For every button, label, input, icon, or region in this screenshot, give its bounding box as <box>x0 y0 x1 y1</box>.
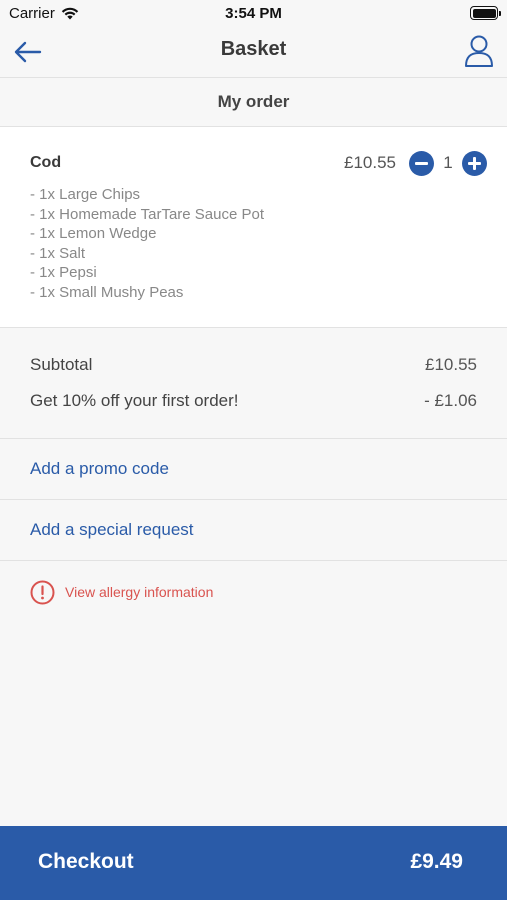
order-totals: Subtotal £10.55 Get 10% off your first o… <box>0 328 507 439</box>
allergy-info-label: View allergy information <box>65 584 214 600</box>
discount-row: Get 10% off your first order! - £1.06 <box>30 391 477 411</box>
status-time: 3:54 PM <box>225 5 282 22</box>
section-title: My order <box>0 78 507 127</box>
status-bar: Carrier 3:54 PM <box>0 0 507 28</box>
addon-item: - 1x Pepsi <box>30 264 97 282</box>
subtotal-value: £10.55 <box>425 355 477 374</box>
order-item-card: Cod £10.55 1 - 1x Large Chips - 1x Homem… <box>0 127 507 328</box>
addon-item: - 1x Lemon Wedge <box>30 225 157 243</box>
quantity-value: 1 <box>443 153 453 172</box>
checkout-button[interactable]: Checkout £9.49 <box>0 826 507 900</box>
add-special-request-button[interactable]: Add a special request <box>0 500 507 561</box>
item-price: £10.55 <box>344 153 396 172</box>
checkout-label: Checkout <box>38 850 134 873</box>
subtotal-row: Subtotal £10.55 <box>30 355 477 375</box>
add-promo-code-button[interactable]: Add a promo code <box>0 439 507 500</box>
discount-label: Get 10% off your first order! <box>30 391 239 410</box>
discount-value: - £1.06 <box>424 391 477 410</box>
subtotal-label: Subtotal <box>30 355 93 374</box>
allergy-info-link[interactable]: View allergy information <box>30 578 213 606</box>
item-name: Cod <box>30 154 62 171</box>
nav-bar: Basket <box>0 28 507 78</box>
addon-item: - 1x Salt <box>30 244 86 262</box>
addon-item: - 1x Large Chips <box>30 186 141 203</box>
alert-circle-icon <box>30 580 55 604</box>
user-icon[interactable] <box>463 34 495 68</box>
addon-list: - 1x Large Chips - 1x Homemade TarTare S… <box>30 185 264 303</box>
page-title: Basket <box>220 38 287 60</box>
battery-icon <box>470 6 501 20</box>
decrease-quantity-button[interactable] <box>409 151 434 176</box>
addon-item: - 1x Small Mushy Peas <box>30 283 184 301</box>
minus-icon <box>415 162 428 165</box>
addon-item: - 1x Homemade TarTare Sauce Pot <box>30 205 265 223</box>
increase-quantity-button[interactable] <box>462 151 487 176</box>
checkout-total: £9.49 <box>410 850 463 873</box>
